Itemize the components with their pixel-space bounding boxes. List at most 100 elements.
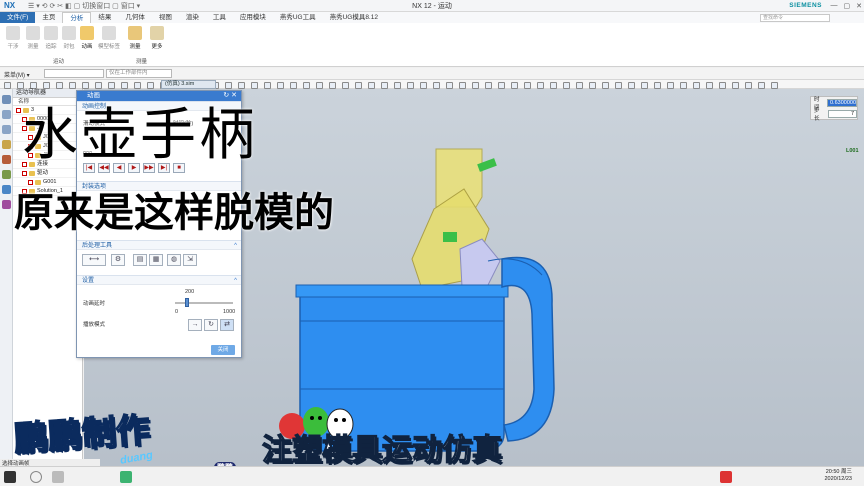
toolbar-tool-icon[interactable] xyxy=(121,82,128,89)
toolbar-tool-icon[interactable] xyxy=(381,82,388,89)
collapse-icon[interactable]: ^ xyxy=(234,241,237,251)
motion-navigator-icon[interactable] xyxy=(1,95,11,104)
minimize-icon[interactable]: — xyxy=(831,2,838,10)
toolbar-tool-icon[interactable] xyxy=(758,82,765,89)
tab-analysis[interactable]: 分析 xyxy=(62,12,92,23)
time-value-field[interactable]: 0.6300000 xyxy=(827,98,857,107)
toolbar-tool-icon[interactable] xyxy=(654,82,661,89)
export-tool-button[interactable]: ⇲ xyxy=(183,254,197,266)
toolbar-tool-icon[interactable] xyxy=(615,82,622,89)
toolbar-tool-icon[interactable] xyxy=(589,82,596,89)
toolbar-tool-icon[interactable] xyxy=(602,82,609,89)
part-navigator-icon[interactable] xyxy=(1,140,11,149)
toolbar-tool-icon[interactable] xyxy=(680,82,687,89)
toolbar-tool-icon[interactable] xyxy=(316,82,323,89)
play-once-button[interactable]: → xyxy=(188,319,202,331)
toolbar-tool-icon[interactable] xyxy=(485,82,492,89)
task-view-icon[interactable] xyxy=(52,471,64,483)
play-loop-button[interactable]: ↻ xyxy=(204,319,218,331)
wechat-icon[interactable] xyxy=(120,471,132,483)
animation-button[interactable]: 动画 xyxy=(76,26,98,50)
tray-app-icon[interactable] xyxy=(720,471,732,483)
tab-applications[interactable]: 应用模块 xyxy=(233,12,273,23)
trace-tool-button[interactable]: ⟷ xyxy=(82,254,106,266)
web-browser-icon[interactable] xyxy=(1,185,11,194)
toolbar-tool-icon[interactable] xyxy=(537,82,544,89)
toolbar-tool-icon[interactable] xyxy=(771,82,778,89)
toolbar-tool-icon[interactable] xyxy=(732,82,739,89)
toolbar-tool-icon[interactable] xyxy=(82,82,89,89)
collapse-icon[interactable]: ^ xyxy=(234,276,237,286)
tab-yanxiu-tools[interactable]: 燕秀UG工具 xyxy=(273,12,323,23)
toolbar-tool-icon[interactable] xyxy=(693,82,700,89)
tab-geometry[interactable]: 几何体 xyxy=(118,12,152,23)
history-icon[interactable] xyxy=(1,170,11,179)
toolbar-tool-icon[interactable] xyxy=(524,82,531,89)
toolbar-tool-icon[interactable] xyxy=(238,82,245,89)
toolbar-tool-icon[interactable] xyxy=(17,82,24,89)
tab-file[interactable]: 文件(F) xyxy=(0,12,36,23)
toolbar-tool-icon[interactable] xyxy=(108,82,115,89)
tab-results[interactable]: 结果 xyxy=(91,12,118,23)
maximize-icon[interactable]: ▢ xyxy=(844,2,851,10)
graph-tool-button[interactable]: ▦ xyxy=(149,254,163,266)
marker-tool-button[interactable]: ▤ xyxy=(133,254,147,266)
model-label-button[interactable]: 模型标签 xyxy=(96,26,122,50)
toolbar-tool-icon[interactable] xyxy=(511,82,518,89)
toolbar-tool-icon[interactable] xyxy=(433,82,440,89)
toolbar-tool-icon[interactable] xyxy=(472,82,479,89)
command-search-input[interactable]: 查找命令 xyxy=(760,14,830,22)
toolbar-tool-icon[interactable] xyxy=(225,82,232,89)
toolbar-tool-icon[interactable] xyxy=(498,82,505,89)
toolbar-tool-icon[interactable] xyxy=(459,82,466,89)
explode-tool-button[interactable]: ⚙ xyxy=(111,254,125,266)
section-post-tools[interactable]: 后处理工具 ^ xyxy=(77,240,241,250)
render-tool-button[interactable]: ◍ xyxy=(167,254,181,266)
type-filter-select[interactable] xyxy=(44,69,104,78)
toolbar-tool-icon[interactable] xyxy=(147,82,154,89)
delay-slider[interactable] xyxy=(175,298,233,307)
system-clock[interactable]: 20:50 周三 2020/12/23 xyxy=(824,469,852,483)
toolbar-tool-icon[interactable] xyxy=(56,82,63,89)
constraint-navigator-icon[interactable] xyxy=(1,125,11,134)
roles-icon[interactable] xyxy=(1,200,11,209)
reuse-library-icon[interactable] xyxy=(1,155,11,164)
play-pingpong-button[interactable]: ⇄ xyxy=(220,319,234,331)
toolbar-tool-icon[interactable] xyxy=(368,82,375,89)
toolbar-tool-icon[interactable] xyxy=(329,82,336,89)
toolbar-tool-icon[interactable] xyxy=(420,82,427,89)
dialog-close-button[interactable]: 关闭 xyxy=(211,345,235,355)
toolbar-tool-icon[interactable] xyxy=(342,82,349,89)
tab-tools[interactable]: 工具 xyxy=(206,12,233,23)
toolbar-tool-icon[interactable] xyxy=(303,82,310,89)
toolbar-tool-icon[interactable] xyxy=(264,82,271,89)
toolbar-tool-icon[interactable] xyxy=(745,82,752,89)
toolbar-tool-icon[interactable] xyxy=(95,82,102,89)
toolbar-tool-icon[interactable] xyxy=(134,82,141,89)
toolbar-tool-icon[interactable] xyxy=(641,82,648,89)
tab-home[interactable]: 主页 xyxy=(35,12,62,23)
visibility-checkbox[interactable] xyxy=(16,107,21,113)
toolbar-tool-icon[interactable] xyxy=(4,82,11,89)
section-settings[interactable]: 设置 ^ xyxy=(77,275,241,285)
viewport-tab[interactable]: (仿真) 3.sim xyxy=(161,80,216,89)
start-icon[interactable] xyxy=(4,471,16,483)
toolbar-tool-icon[interactable] xyxy=(628,82,635,89)
toolbar-tool-icon[interactable] xyxy=(69,82,76,89)
search-icon[interactable] xyxy=(30,471,42,483)
assembly-navigator-icon[interactable] xyxy=(1,110,11,119)
toolbar-tool-icon[interactable] xyxy=(43,82,50,89)
interference-button[interactable]: 干涉 xyxy=(2,26,24,50)
visibility-checkbox[interactable] xyxy=(28,179,33,185)
scope-filter-select[interactable]: 仅在工作部件内 xyxy=(106,69,172,78)
toolbar-tool-icon[interactable] xyxy=(251,82,258,89)
close-icon[interactable]: ✕ xyxy=(856,2,862,10)
toolbar-tool-icon[interactable] xyxy=(446,82,453,89)
quick-access-toolbar[interactable]: ☰ ▾ ⟲ ⟳ ✂ ◧ ▢ 切换窗口 ▢ 窗口 ▾ xyxy=(28,1,140,11)
visibility-checkbox[interactable] xyxy=(22,170,27,176)
toolbar-tool-icon[interactable] xyxy=(550,82,557,89)
toolbar-tool-icon[interactable] xyxy=(563,82,570,89)
toolbar-tool-icon[interactable] xyxy=(706,82,713,89)
delay-slider-thumb[interactable] xyxy=(184,298,189,307)
tab-view[interactable]: 视图 xyxy=(152,12,179,23)
